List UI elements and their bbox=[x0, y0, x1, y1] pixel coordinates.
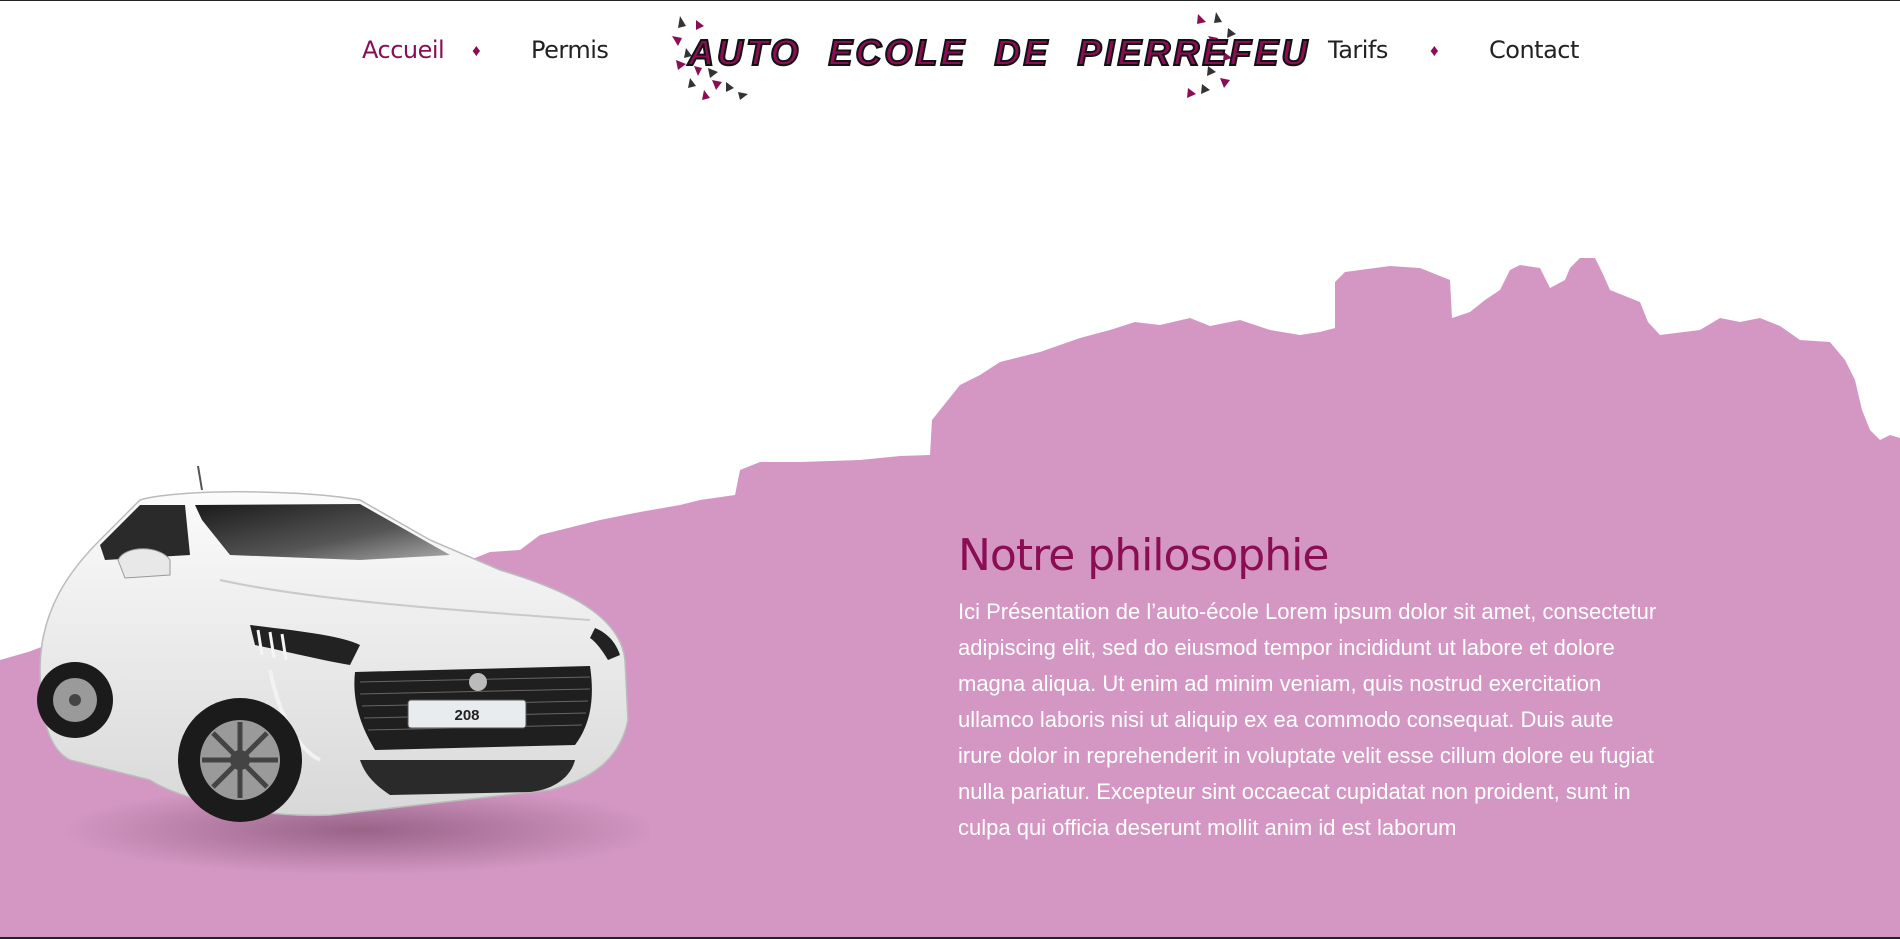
nav-link-permis[interactable]: Permis bbox=[531, 36, 609, 64]
logo-text: AUTO ECOLE DE PIERREFEU bbox=[687, 31, 1311, 74]
nav-link-contact[interactable]: Contact bbox=[1489, 36, 1579, 64]
nav-link-tarifs[interactable]: Tarifs bbox=[1328, 36, 1388, 64]
license-plate: 208 bbox=[454, 707, 479, 724]
nav-link-accueil[interactable]: Accueil bbox=[362, 36, 445, 64]
car-image: 208 bbox=[37, 465, 650, 875]
site-logo[interactable]: AUTO ECOLE DE PIERREFEU bbox=[668, 8, 1311, 104]
section-title: Notre philosophie bbox=[958, 530, 1329, 581]
diamond-separator-icon: ♦ bbox=[1430, 41, 1439, 60]
diamond-separator-icon: ♦ bbox=[472, 41, 481, 60]
section-body: Ici Présentation de l’auto-école Lorem i… bbox=[958, 599, 1657, 840]
